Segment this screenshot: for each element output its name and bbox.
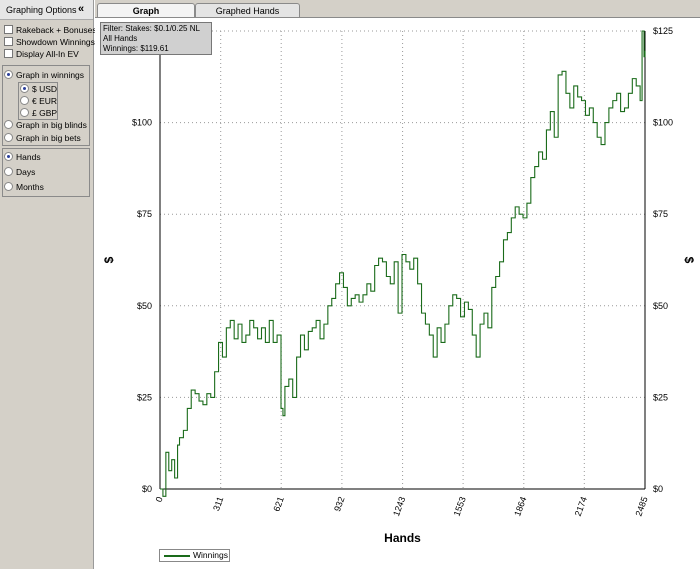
x-tick-label: 2485 — [633, 495, 649, 517]
currency-eur-label: € EUR — [32, 96, 58, 106]
tab-graphed-hands[interactable]: Graphed Hands — [195, 3, 300, 17]
x-axis-title: Hands — [384, 531, 421, 545]
winnings-series-line — [160, 30, 646, 497]
x-tick-label: 1553 — [452, 495, 468, 517]
graphing-options-header: Graphing Options « — [0, 0, 93, 20]
tab-graph[interactable]: Graph — [97, 3, 195, 17]
graph-in-winnings-radio[interactable]: Graph in winnings — [4, 69, 84, 82]
days-label: Days — [16, 167, 36, 177]
days-radio[interactable]: Days — [4, 166, 35, 179]
hands-radio[interactable]: Hands — [4, 151, 41, 164]
graph-in-big-bets-label: Graph in big bets — [16, 133, 81, 143]
x-tick-label: 932 — [332, 495, 347, 513]
months-label: Months — [16, 182, 44, 192]
months-radio[interactable]: Months — [4, 181, 44, 194]
currency-usd-label: $ USD — [32, 84, 58, 94]
x-tick-label: 1864 — [512, 495, 528, 517]
legend-swatch — [164, 555, 190, 557]
y-tick-label-right: $100 — [653, 118, 673, 128]
y-axis-title-right: $ — [682, 257, 696, 264]
x-tick-label: 1243 — [391, 495, 407, 517]
graphing-options-panel: Graphing Options « Rakeback + Bonuses Sh… — [0, 0, 97, 569]
display-allin-ev-checkbox[interactable]: Display All-In EV — [4, 48, 79, 61]
graphing-options-title: Graphing Options — [6, 5, 77, 15]
y-tick-label-right: $25 — [653, 392, 668, 402]
x-tick-label: 2174 — [573, 495, 589, 517]
filter-info-box: Filter: Stakes: $0.1/0.25 NL All Hands W… — [100, 22, 212, 55]
y-tick-label-left: $50 — [137, 301, 152, 311]
y-tick-label-right: $125 — [653, 26, 673, 36]
y-tick-label-right: $0 — [653, 484, 663, 494]
filter-scope: All Hands — [103, 34, 138, 43]
currency-gbp-label: £ GBP — [32, 108, 58, 118]
collapse-icon[interactable]: « — [78, 3, 84, 15]
y-tick-label-left: $25 — [137, 392, 152, 402]
hands-label: Hands — [16, 152, 41, 162]
x-tick-label: 621 — [271, 495, 286, 513]
filter-line: Filter: Stakes: $0.1/0.25 NL — [103, 24, 200, 33]
tab-bar: Graph Graphed Hands — [95, 0, 700, 17]
graph-in-big-blinds-label: Graph in big blinds — [16, 120, 87, 130]
x-tick-label: 311 — [211, 495, 225, 512]
y-tick-label-right: $50 — [653, 301, 668, 311]
y-tick-label-left: $100 — [132, 118, 152, 128]
y-tick-label-left: $75 — [137, 209, 152, 219]
graph-in-winnings-label: Graph in winnings — [16, 70, 85, 80]
graph-in-big-bets-radio[interactable]: Graph in big bets — [4, 132, 81, 145]
chart-area: $0$0$25$25$50$50$75$75$100$100$125$12503… — [95, 17, 700, 569]
showdown-winnings-label: Showdown Winnings — [16, 37, 95, 47]
graph-in-big-blinds-radio[interactable]: Graph in big blinds — [4, 119, 87, 132]
y-axis-title-left: $ — [102, 256, 116, 263]
rakeback-bonuses-label: Rakeback + Bonuses — [16, 25, 97, 35]
legend-label: Winnings — [193, 550, 228, 560]
y-tick-label-left: $0 — [142, 484, 152, 494]
display-allin-ev-label: Display All-In EV — [16, 49, 79, 59]
y-tick-label-right: $75 — [653, 209, 668, 219]
winnings-total: Winnings: $119.61 — [103, 44, 169, 53]
winnings-chart: $0$0$25$25$50$50$75$75$100$100$125$12503… — [102, 26, 696, 545]
chart-legend: Winnings — [159, 549, 230, 562]
